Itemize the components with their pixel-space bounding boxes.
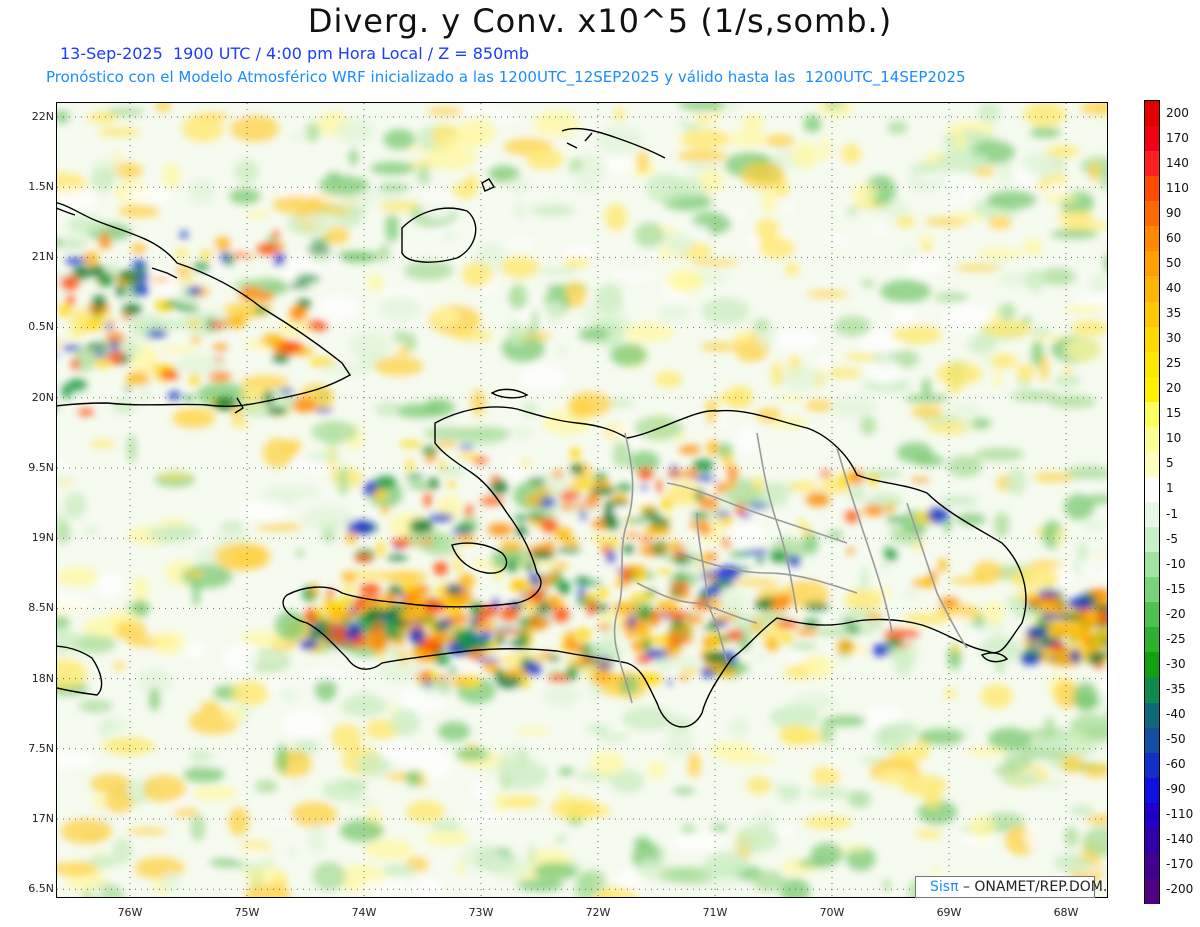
color-scale-segment (1145, 276, 1159, 303)
color-scale-segment (1145, 226, 1159, 253)
lon-label-76w: 76W (117, 906, 143, 919)
color-scale-segment (1145, 101, 1159, 127)
color-scale-label: 35 (1166, 306, 1182, 321)
credit-box: Sisπ – ONAMET/REP.DOM. (915, 876, 1107, 898)
lat-label-21n: 21N (31, 250, 54, 263)
color-scale-label: 15 (1166, 406, 1182, 421)
color-scale-label: 5 (1166, 456, 1174, 471)
color-scale-segment (1145, 401, 1159, 428)
color-scale-segment (1145, 126, 1159, 153)
chart-title: Diverg. y Conv. x10^5 (1/s,somb.) (307, 2, 893, 40)
color-scale-label: 50 (1166, 255, 1182, 270)
lat-label-19n: 19N (31, 531, 54, 544)
lon-label-74w: 74W (351, 906, 377, 919)
color-scale-segment (1145, 301, 1159, 328)
color-scale-segment (1145, 827, 1159, 854)
color-scale-label: -90 (1166, 782, 1186, 797)
model-info-line: Pronóstico con el Modelo Atmosférico WRF… (46, 68, 966, 86)
color-scale-segment (1145, 702, 1159, 729)
color-scale-segment (1145, 777, 1159, 804)
color-scale-segment (1145, 802, 1159, 829)
color-scale-label: -30 (1166, 656, 1186, 671)
map-panel (56, 102, 1108, 898)
lat-label-16-5n: 6.5N (28, 882, 54, 895)
color-scale-segment (1145, 877, 1159, 904)
color-scale-segment (1145, 176, 1159, 203)
color-scale-segment (1145, 527, 1159, 554)
lon-label-75w: 75W (234, 906, 260, 919)
color-scale-segment (1145, 201, 1159, 228)
color-scale-segment (1145, 752, 1159, 779)
map-canvas (57, 103, 1107, 897)
color-scale-label: -1 (1166, 506, 1178, 521)
color-scale-label: 20 (1166, 381, 1182, 396)
lon-label-69w: 69W (936, 906, 962, 919)
color-scale-label: -60 (1166, 757, 1186, 772)
color-scale-label: 140 (1166, 155, 1189, 170)
color-scale-segment (1145, 652, 1159, 679)
color-scale-label: -140 (1166, 832, 1194, 847)
color-scale-label: -40 (1166, 707, 1186, 722)
lon-label-70w: 70W (819, 906, 845, 919)
color-scale-label: 40 (1166, 280, 1182, 295)
color-scale-label: 30 (1166, 331, 1182, 346)
color-scale-label: 90 (1166, 205, 1182, 220)
lat-label-18-5n: 8.5N (28, 601, 54, 614)
lat-label-17-5n: 7.5N (28, 742, 54, 755)
color-scale-segment (1145, 426, 1159, 453)
color-scale-segment (1145, 852, 1159, 879)
valid-time-line: 13-Sep-2025 1900 UTC / 4:00 pm Hora Loca… (60, 44, 530, 63)
color-scale-segment (1145, 451, 1159, 478)
color-scale-segment (1145, 151, 1159, 178)
color-scale-label: 170 (1166, 130, 1189, 145)
color-scale-segment (1145, 476, 1159, 503)
lat-label-20-5n: 0.5N (28, 320, 54, 333)
lat-label-17n: 17N (31, 812, 54, 825)
color-scale-label: 1 (1166, 481, 1174, 496)
lat-label-19-5n: 9.5N (28, 461, 54, 474)
color-scale-label: 200 (1166, 105, 1189, 120)
credit-text: – ONAMET/REP.DOM. (962, 879, 1108, 895)
color-scale-label: -10 (1166, 556, 1186, 571)
color-scale-label: -5 (1166, 531, 1178, 546)
color-scale-label: -50 (1166, 732, 1186, 747)
color-scale-segment (1145, 376, 1159, 403)
lon-label-68w: 68W (1053, 906, 1079, 919)
color-scale-segment (1145, 677, 1159, 704)
color-scale-label: 25 (1166, 356, 1182, 371)
color-scale-segment (1145, 502, 1159, 528)
color-scale-bar (1144, 100, 1160, 904)
color-scale-segment (1145, 552, 1159, 579)
lat-label-18n: 18N (31, 672, 54, 685)
lon-label-71w: 71W (702, 906, 728, 919)
color-scale-segment (1145, 602, 1159, 629)
color-scale-label: -20 (1166, 606, 1186, 621)
color-scale-label: -110 (1166, 807, 1194, 822)
lat-label-21-5n: 1.5N (28, 180, 54, 193)
color-scale-label: 10 (1166, 431, 1182, 446)
color-scale-segment (1145, 351, 1159, 378)
lat-label-22n: 22N (31, 110, 54, 123)
credit-brand: Sisπ (930, 879, 959, 895)
color-scale-segment (1145, 727, 1159, 754)
color-scale-label: -25 (1166, 631, 1186, 646)
lat-label-20n: 20N (31, 391, 54, 404)
lon-label-72w: 72W (585, 906, 611, 919)
color-scale-label: -35 (1166, 681, 1186, 696)
lon-label-73w: 73W (468, 906, 494, 919)
color-scale-segment (1145, 627, 1159, 654)
color-scale-label: 60 (1166, 230, 1182, 245)
color-scale-label: -200 (1166, 882, 1194, 897)
color-scale-segment (1145, 251, 1159, 278)
color-scale-segment (1145, 577, 1159, 604)
color-scale-label: -170 (1166, 857, 1194, 872)
color-scale-segment (1145, 326, 1159, 353)
color-scale-label: 110 (1166, 180, 1189, 195)
color-scale-label: -15 (1166, 581, 1186, 596)
